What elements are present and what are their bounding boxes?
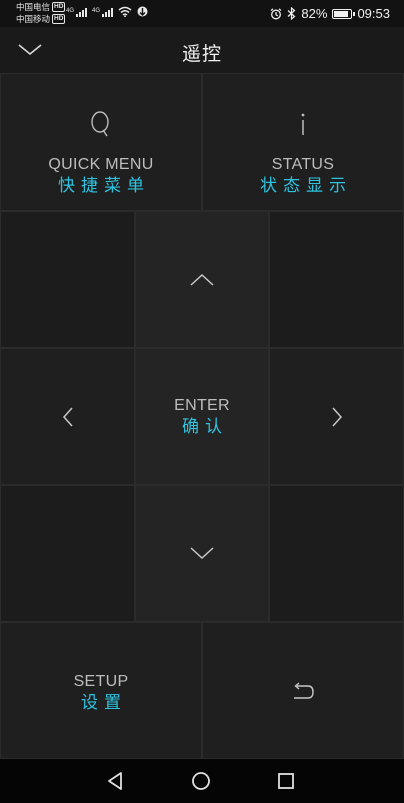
bluetooth-icon [288,7,296,20]
home-circle-icon [192,772,210,790]
left-button[interactable] [0,348,135,485]
quick-menu-label-cn: 快捷菜单 [58,176,150,196]
battery-icon [332,8,356,19]
right-button[interactable] [269,348,404,485]
carrier-1-name: 中国电信 [16,2,51,12]
status-button[interactable]: STATUS 状态显示 [202,73,404,211]
status-right-group: 82% 09:53 [270,0,390,27]
back-button[interactable] [202,622,404,759]
clock: 09:53 [357,6,390,21]
nav-back-button[interactable] [100,767,130,795]
empty-tile [0,485,135,622]
setup-button[interactable]: SETUP 设置 [0,622,202,759]
status-label-cn: 状态显示 [260,176,352,196]
enter-label-cn: 确认 [182,416,228,437]
back-triangle-icon [108,772,122,790]
down-button[interactable] [135,485,269,622]
network-1-type: 4G [66,8,75,14]
up-button[interactable] [135,211,269,348]
navigation-bar [0,759,404,803]
chevron-right-icon [331,407,342,426]
enter-label: ENTER [174,396,230,414]
carrier-info: 中国电信 HD 中国移动 HD [16,1,66,25]
wifi-icon [118,6,132,17]
empty-tile [269,485,404,622]
carrier-2-name: 中国移动 [16,14,51,24]
return-icon [294,681,314,699]
signal-indicators: 4G 4G [66,6,148,17]
carrier-2-hd-badge: HD [52,14,66,24]
carrier-1-hd-badge: HD [52,2,66,12]
remote-control-grid: QUICK MENU 快捷菜单 STATUS 状态显示 ENTER 确认 SET… [0,73,404,759]
chevron-left-icon [62,407,73,426]
status-bar: 中国电信 HD 中国移动 HD 4G 4G 82% 09:53 [0,0,404,27]
battery-level-fill [334,10,348,17]
nav-home-button[interactable] [186,767,216,795]
info-icon [301,113,305,135]
setup-label-cn: 设置 [81,692,127,713]
status-label: STATUS [271,156,335,173]
quick-menu-button[interactable]: QUICK MENU 快捷菜单 [0,73,202,211]
recents-square-icon [278,773,294,789]
network-2-type: 4G [92,8,101,14]
page-title: 遥控 [181,43,222,65]
chevron-up-icon [190,273,214,286]
nav-recents-button[interactable] [271,767,301,795]
magnifier-icon [91,111,109,137]
signal-2-icon: 4G [92,8,114,17]
battery-percent: 82% [301,6,328,21]
chevron-down-icon [190,547,214,560]
alarm-icon [271,7,282,19]
quick-menu-label: QUICK MENU [48,156,154,173]
header: 遥控 [0,27,404,73]
hotspot-icon [137,6,148,17]
signal-1-icon: 4G [66,8,88,17]
setup-label: SETUP [73,672,129,690]
enter-button[interactable]: ENTER 确认 [135,348,269,485]
empty-tile [0,211,135,348]
empty-tile [269,211,404,348]
